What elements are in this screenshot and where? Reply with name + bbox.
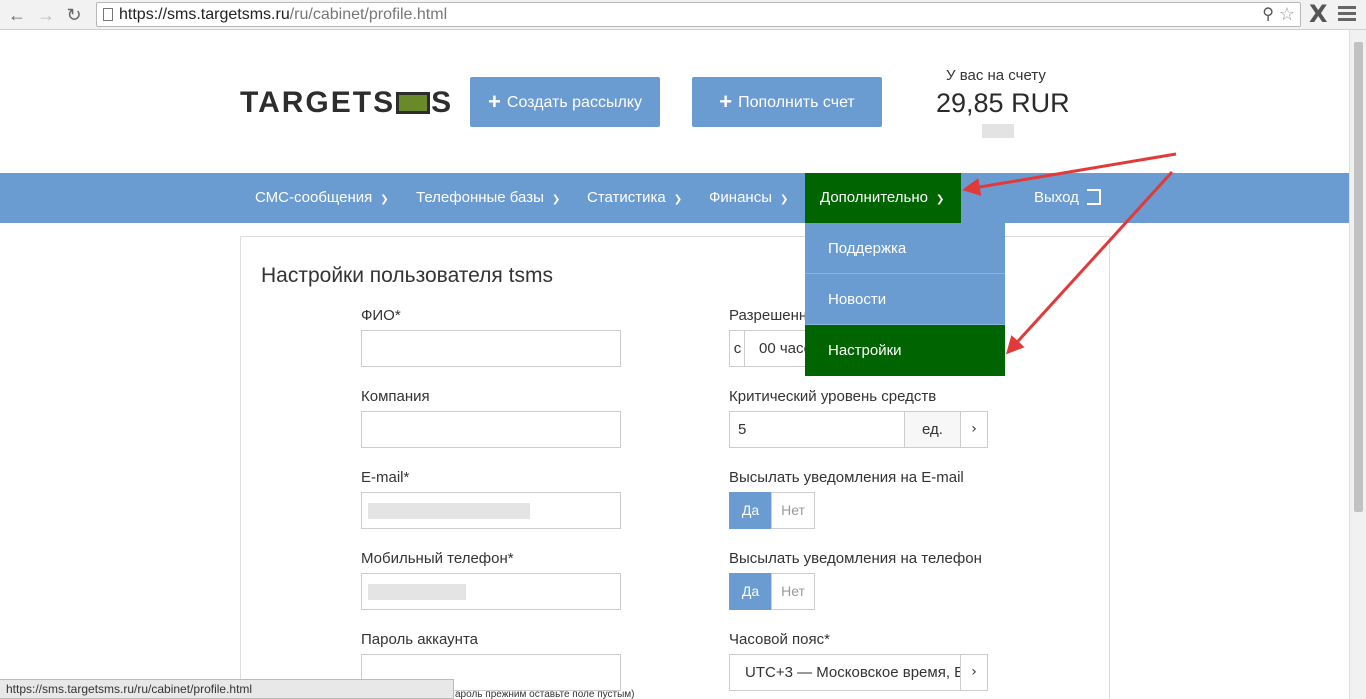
allowed-from-select[interactable]: 00 часо — [744, 330, 814, 367]
redacted-email — [368, 503, 530, 519]
critical-level-field[interactable]: 5 — [729, 411, 905, 448]
chevron-down-icon: ❯ — [551, 194, 561, 205]
targetsms-logo[interactable]: TARGETS S — [240, 86, 453, 120]
nav-item-label: Телефонные базы — [416, 189, 544, 206]
company-label: Компания — [361, 388, 430, 405]
email-notify-label: Высылать уведомления на E-mail — [729, 469, 964, 486]
redacted-account — [982, 124, 1014, 138]
plus-icon: + — [488, 89, 501, 114]
logout-button[interactable]: Выход — [1034, 173, 1101, 223]
back-icon[interactable]: ← — [6, 4, 28, 26]
logout-icon — [1086, 189, 1101, 205]
dropdown-item-support[interactable]: Поддержка — [805, 223, 1005, 274]
envelope-icon — [396, 92, 431, 114]
critical-level-label: Критический уровень средств — [729, 388, 937, 405]
chevron-down-icon: ❯ — [779, 194, 789, 205]
nav-item-finance[interactable]: Финансы ❯ — [709, 173, 788, 223]
create-mailing-button[interactable]: + Создать рассылку — [470, 77, 660, 127]
nav-item-label: Дополнительно — [820, 189, 928, 206]
chevron-down-icon: ❯ — [673, 194, 683, 205]
create-mailing-label: Создать рассылку — [506, 94, 642, 111]
email-field[interactable] — [361, 492, 621, 529]
page-title: Настройки пользователя tsms — [261, 264, 553, 287]
address-bar[interactable]: https://sms.targetsms.ru/ru/cabinet/prof… — [96, 2, 1301, 27]
password-label: Пароль аккаунта — [361, 631, 479, 648]
dropdown-item-news[interactable]: Новости — [805, 274, 1005, 325]
chevron-down-icon: ❯ — [935, 194, 945, 205]
nav-item-additional[interactable]: Дополнительно ❯ — [805, 173, 961, 223]
chevron-down-icon: ❯ — [380, 194, 389, 205]
password-hint: ароль прежним оставьте поле пустым) — [455, 689, 635, 699]
additional-dropdown: Поддержка Новости Настройки — [805, 223, 1005, 376]
browser-menu-icon[interactable] — [1338, 6, 1356, 24]
redacted-phone — [368, 584, 466, 600]
key-icon[interactable]: ⚲ — [1262, 3, 1274, 26]
logo-text-left: TARGETS — [240, 86, 396, 119]
phone-label: Мобильный телефон* — [361, 550, 514, 567]
nav-item-label: Статистика — [587, 189, 666, 206]
fio-field[interactable] — [361, 330, 621, 367]
phone-notify-no[interactable]: Нет — [771, 573, 815, 610]
balance-label: У вас на счету — [946, 67, 1046, 84]
phone-field[interactable] — [361, 573, 621, 610]
logo-text-right: S — [431, 86, 454, 119]
dropdown-item-settings[interactable]: Настройки — [805, 325, 1005, 376]
nav-item-statistics[interactable]: Статистика ❯ — [587, 173, 682, 223]
forward-icon[interactable]: → — [35, 4, 57, 26]
allowed-from-label: с — [729, 330, 745, 367]
phone-notify-yes[interactable]: Да — [729, 573, 772, 610]
email-notify-no[interactable]: Нет — [771, 492, 815, 529]
nav-item-label: Финансы — [709, 189, 772, 206]
nav-item-phonebases[interactable]: Телефонные базы ❯ — [416, 173, 560, 223]
critical-level-unit: ед. — [904, 411, 961, 448]
page-icon — [103, 8, 113, 21]
page-content: TARGETS S + Создать рассылку + Пополнить сч… — [0, 30, 1349, 699]
nav-item-label: СМС-сообщения — [255, 189, 373, 206]
logout-label: Выход — [1034, 189, 1079, 206]
email-notify-yes[interactable]: Да — [729, 492, 772, 529]
extension-icon[interactable]: X — [1309, 0, 1328, 28]
topup-button[interactable]: + Пополнить счет — [692, 77, 882, 127]
timezone-select[interactable]: UTC+3 — Московское время, Бе — [729, 654, 961, 691]
url-path: /ru/cabinet/profile.html — [289, 6, 448, 23]
balance-value: 29,85 RUR — [936, 88, 1070, 118]
browser-toolbar: ← → ↻ https://sms.targetsms.ru/ru/cabine… — [0, 0, 1366, 30]
bookmark-star-icon[interactable]: ☆ — [1279, 3, 1295, 26]
page-scrollbar[interactable] — [1349, 30, 1366, 699]
fio-label: ФИО* — [361, 307, 401, 324]
company-field[interactable] — [361, 411, 621, 448]
status-bar: https://sms.targetsms.ru/ru/cabinet/prof… — [0, 679, 454, 699]
allowed-time-label: Разрешенн — [729, 307, 808, 324]
scrollbar-thumb[interactable] — [1354, 42, 1363, 512]
chevron-right-icon[interactable]: › — [960, 654, 988, 691]
url-host: https://sms.targetsms.ru — [119, 6, 290, 23]
timezone-label: Часовой пояс* — [729, 631, 830, 648]
main-navbar: СМС-сообщения ❯ Телефонные базы ❯ Статисти… — [0, 173, 1349, 223]
phone-notify-label: Высылать уведомления на телефон — [729, 550, 982, 567]
plus-icon: + — [719, 89, 733, 114]
chevron-right-icon[interactable]: › — [960, 411, 988, 448]
nav-item-sms[interactable]: СМС-сообщения ❯ — [255, 173, 389, 223]
reload-icon[interactable]: ↻ — [63, 4, 85, 26]
topup-label: Пополнить счет — [738, 94, 855, 111]
email-label: E-mail* — [361, 469, 410, 486]
